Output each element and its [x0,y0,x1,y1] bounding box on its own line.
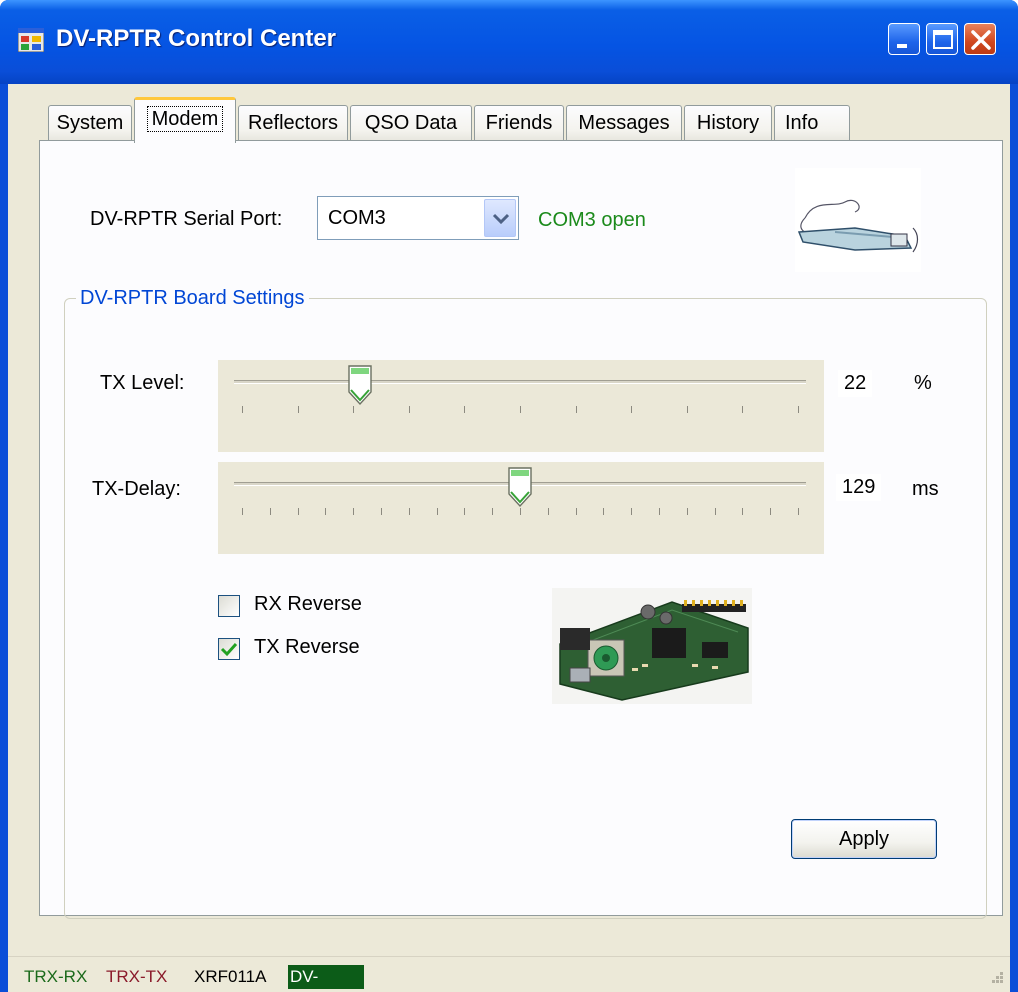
slider-tick [575,406,577,413]
maximize-icon [933,30,953,49]
slider-tick [353,508,355,515]
usb-cable-image [795,168,921,272]
title-bar[interactable]: DV-RPTR Control Center [0,0,1018,84]
tx-level-unit: % [914,372,932,394]
tab-label: Reflectors [247,112,339,134]
app-icon [18,28,44,52]
slider-tick [575,508,577,515]
dv-rptr-board-image [552,588,752,704]
checkbox-box[interactable] [218,595,240,617]
rx-reverse-label: RX Reverse [254,593,362,615]
slider-tick [520,406,521,413]
main-window: DV-RPTR Control Center System Modem Refl… [0,0,1018,992]
tab-friends[interactable]: Friends [474,105,564,141]
tab-history[interactable]: History [684,105,772,141]
tx-level-label: TX Level: [100,372,185,394]
slider-tick [492,508,494,515]
slider-tick [242,406,243,413]
slider-tick [547,508,549,515]
slider-tick [297,406,299,413]
serial-port-value: COM3 [328,207,386,229]
serial-port-label: DV-RPTR Serial Port: [90,208,283,230]
tx-delay-label: TX-Delay: [92,478,181,500]
minimize-button[interactable] [888,23,920,55]
slider-thumb[interactable] [348,364,372,406]
slider-tick [325,508,327,515]
status-device: DV-RPTR [288,965,364,992]
slider-tick [520,508,521,515]
resize-grip-icon[interactable] [986,968,1006,988]
apply-button[interactable]: Apply [791,819,937,859]
slider-tick [381,508,382,515]
tx-delay-slider[interactable] [218,462,824,554]
minimize-icon [897,44,907,48]
slider-tick [464,508,466,515]
checkbox-box[interactable] [218,638,240,660]
tx-delay-value: 129 [836,474,882,501]
slider-tick [770,508,772,515]
rx-reverse-checkbox[interactable]: RX Reverse [218,593,418,619]
close-button[interactable] [964,23,996,55]
window-title: DV-RPTR Control Center [56,25,337,52]
tx-reverse-checkbox[interactable]: TX Reverse [218,636,418,662]
tab-label: History [696,112,760,134]
dropdown-button[interactable] [484,199,516,237]
tab-label: System [56,112,124,134]
slider-tick [603,508,605,515]
slider-tick [742,406,744,413]
status-reflector: XRF011A [194,967,267,986]
slider-tick [269,508,271,515]
tab-label: Messages [578,112,670,134]
slider-tick [686,508,688,515]
slider-tick [353,406,355,413]
chevron-down-icon [492,213,510,225]
slider-thumb[interactable] [508,466,532,508]
slider-tick [798,406,799,413]
tx-reverse-label: TX Reverse [254,636,360,658]
slider-tick [686,406,688,413]
slider-tick [631,508,633,515]
slider-tick [464,406,466,413]
slider-track [234,380,806,384]
slider-tick [436,508,438,515]
slider-tick [714,508,716,515]
slider-tick [742,508,744,515]
tab-qso-data[interactable]: QSO Data [350,105,472,141]
tab-label: Info [785,112,819,134]
slider-tick [659,508,660,515]
slider-tick [798,508,799,515]
slider-tick [408,406,410,413]
tx-level-value: 22 [838,370,873,397]
maximize-button[interactable] [926,23,958,55]
serial-port-select[interactable]: COM3 [317,196,519,240]
tx-level-slider[interactable] [218,360,824,452]
status-trx-rx: TRX-RX [24,967,88,986]
slider-tick [297,508,299,515]
slider-tick [408,508,410,515]
serial-status-text: COM3 open [538,209,646,231]
tab-modem[interactable]: Modem [134,97,236,143]
status-trx-tx: TRX-TX [106,967,168,986]
slider-tick [631,406,633,413]
tab-label: QSO Data [364,112,458,134]
tab-system[interactable]: System [48,105,132,141]
tx-delay-unit: ms [912,478,939,500]
tab-label: Modem [146,106,224,132]
checkmark-icon [220,642,238,657]
slider-tick [242,508,243,515]
tab-label: Friends [485,112,553,134]
board-settings-title: DV-RPTR Board Settings [76,287,309,310]
close-icon [971,30,991,50]
tab-messages[interactable]: Messages [566,105,682,141]
tab-info[interactable]: Info [774,105,850,141]
tab-reflectors[interactable]: Reflectors [238,105,348,141]
